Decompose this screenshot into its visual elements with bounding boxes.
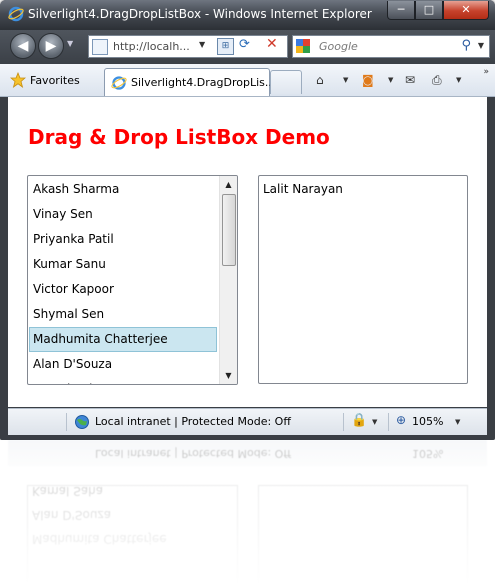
security-dropdown[interactable]: ▼ (372, 418, 377, 426)
source-listbox[interactable]: Akash Sharma Vinay Sen Priyanka Patil Ku… (27, 175, 238, 385)
list-item[interactable]: Lalit Narayan (263, 178, 343, 201)
zoom-dropdown[interactable]: ▼ (455, 418, 460, 426)
ie-logo-icon (8, 6, 24, 22)
address-bar[interactable]: http://localh... ▼ ⊞ ⟳ ✕ (88, 35, 288, 58)
list-item[interactable]: Alan D'Souza (29, 352, 217, 377)
favorites-button[interactable]: Favorites (10, 70, 80, 90)
window-reflection: Madhumita Chatterjee Alan D'Souza Kamal … (0, 440, 495, 586)
list-item[interactable]: Madhumita Chatterjee (29, 327, 217, 352)
favorites-label: Favorites (30, 73, 80, 87)
mail-icon[interactable]: ✉ (405, 73, 415, 87)
tab-active[interactable]: Silverlight4.DragDropLis... (104, 68, 275, 96)
address-dropdown[interactable]: ▼ (199, 40, 205, 49)
list-item[interactable]: Priyanka Patil (29, 227, 217, 252)
list-item[interactable]: Akash Sharma (29, 177, 217, 202)
feeds-dropdown[interactable]: ▼ (388, 76, 393, 84)
recent-pages-dropdown[interactable]: ▼ (67, 39, 73, 48)
search-options-dropdown[interactable]: ▼ (478, 41, 484, 50)
page-heading: Drag & Drop ListBox Demo (28, 125, 330, 149)
chevron-more-icon[interactable]: » (483, 67, 489, 77)
window-title: Silverlight4.DragDropListBox - Windows I… (28, 7, 372, 21)
tab-bar: Favorites Silverlight4.DragDropLis... ⌂ … (0, 64, 495, 97)
tab-title: Silverlight4.DragDropLis... (131, 76, 276, 89)
security-lock-icon[interactable]: 🔒 (351, 413, 367, 428)
title-bar: Silverlight4.DragDropListBox - Windows I… (0, 0, 495, 30)
reflection-fade (0, 440, 495, 586)
intranet-globe-icon (75, 415, 89, 429)
star-icon (10, 72, 26, 88)
forward-arrow-icon: ▶ (45, 38, 57, 54)
page-content: Drag & Drop ListBox Demo Akash Sharma Vi… (8, 97, 487, 407)
target-listbox[interactable]: Lalit Narayan (258, 175, 468, 384)
list-item[interactable]: Victor Kapoor (29, 277, 217, 302)
maximize-button[interactable]: □ (415, 1, 443, 20)
status-bar: Local intranet | Protected Mode: Off 🔒 ▼… (8, 408, 487, 435)
list-item[interactable]: Kamal Saha (29, 377, 217, 384)
minimize-button[interactable]: ─ (387, 1, 415, 20)
list-item[interactable]: Vinay Sen (29, 202, 217, 227)
source-list-items: Akash Sharma Vinay Sen Priyanka Patil Ku… (29, 177, 217, 384)
stop-icon[interactable]: ✕ (266, 36, 278, 52)
scroll-down-icon[interactable]: ▼ (220, 367, 237, 384)
rss-feed-icon[interactable]: ◙ (362, 73, 374, 87)
home-icon[interactable]: ⌂ (316, 73, 324, 87)
security-zone-text: Local intranet | Protected Mode: Off (95, 415, 291, 428)
search-input[interactable]: Google (319, 40, 358, 53)
print-dropdown[interactable]: ▼ (456, 76, 461, 84)
address-text: http://localh... (113, 40, 190, 53)
scroll-up-icon[interactable]: ▲ (220, 176, 237, 193)
google-logo-icon (296, 39, 310, 53)
printer-icon[interactable]: ⎙ (432, 73, 442, 88)
navigation-bar: ◀ ▶ ▼ http://localh... ▼ ⊞ ⟳ ✕ Google ⚲ … (0, 30, 495, 64)
magnifier-icon[interactable]: ⚲ (461, 38, 471, 53)
page-icon (92, 39, 108, 55)
compatibility-view-icon[interactable]: ⊞ (217, 38, 234, 55)
refresh-icon[interactable]: ⟳ (239, 37, 250, 52)
zoom-level[interactable]: 105% (412, 415, 443, 428)
back-arrow-icon: ◀ (17, 38, 29, 54)
ie-logo-icon (111, 76, 127, 90)
status-divider (343, 413, 344, 431)
status-divider (66, 413, 67, 431)
list-item[interactable]: Shymal Sen (29, 302, 217, 327)
forward-button[interactable]: ▶ (38, 33, 64, 59)
search-box[interactable]: Google ⚲ ▼ (292, 35, 490, 58)
scrollbar-thumb[interactable] (222, 194, 236, 266)
window-controls: ─ □ ✕ (387, 1, 489, 20)
new-tab-button[interactable] (270, 70, 302, 94)
back-button[interactable]: ◀ (10, 33, 36, 59)
close-button[interactable]: ✕ (443, 1, 489, 20)
browser-window: Silverlight4.DragDropListBox - Windows I… (0, 0, 495, 440)
list-item[interactable]: Kumar Sanu (29, 252, 217, 277)
home-dropdown[interactable]: ▼ (343, 76, 348, 84)
zoom-icon[interactable]: ⊕ (396, 413, 406, 427)
vertical-scrollbar[interactable]: ▲ ▼ (219, 176, 237, 384)
status-divider (388, 413, 389, 431)
